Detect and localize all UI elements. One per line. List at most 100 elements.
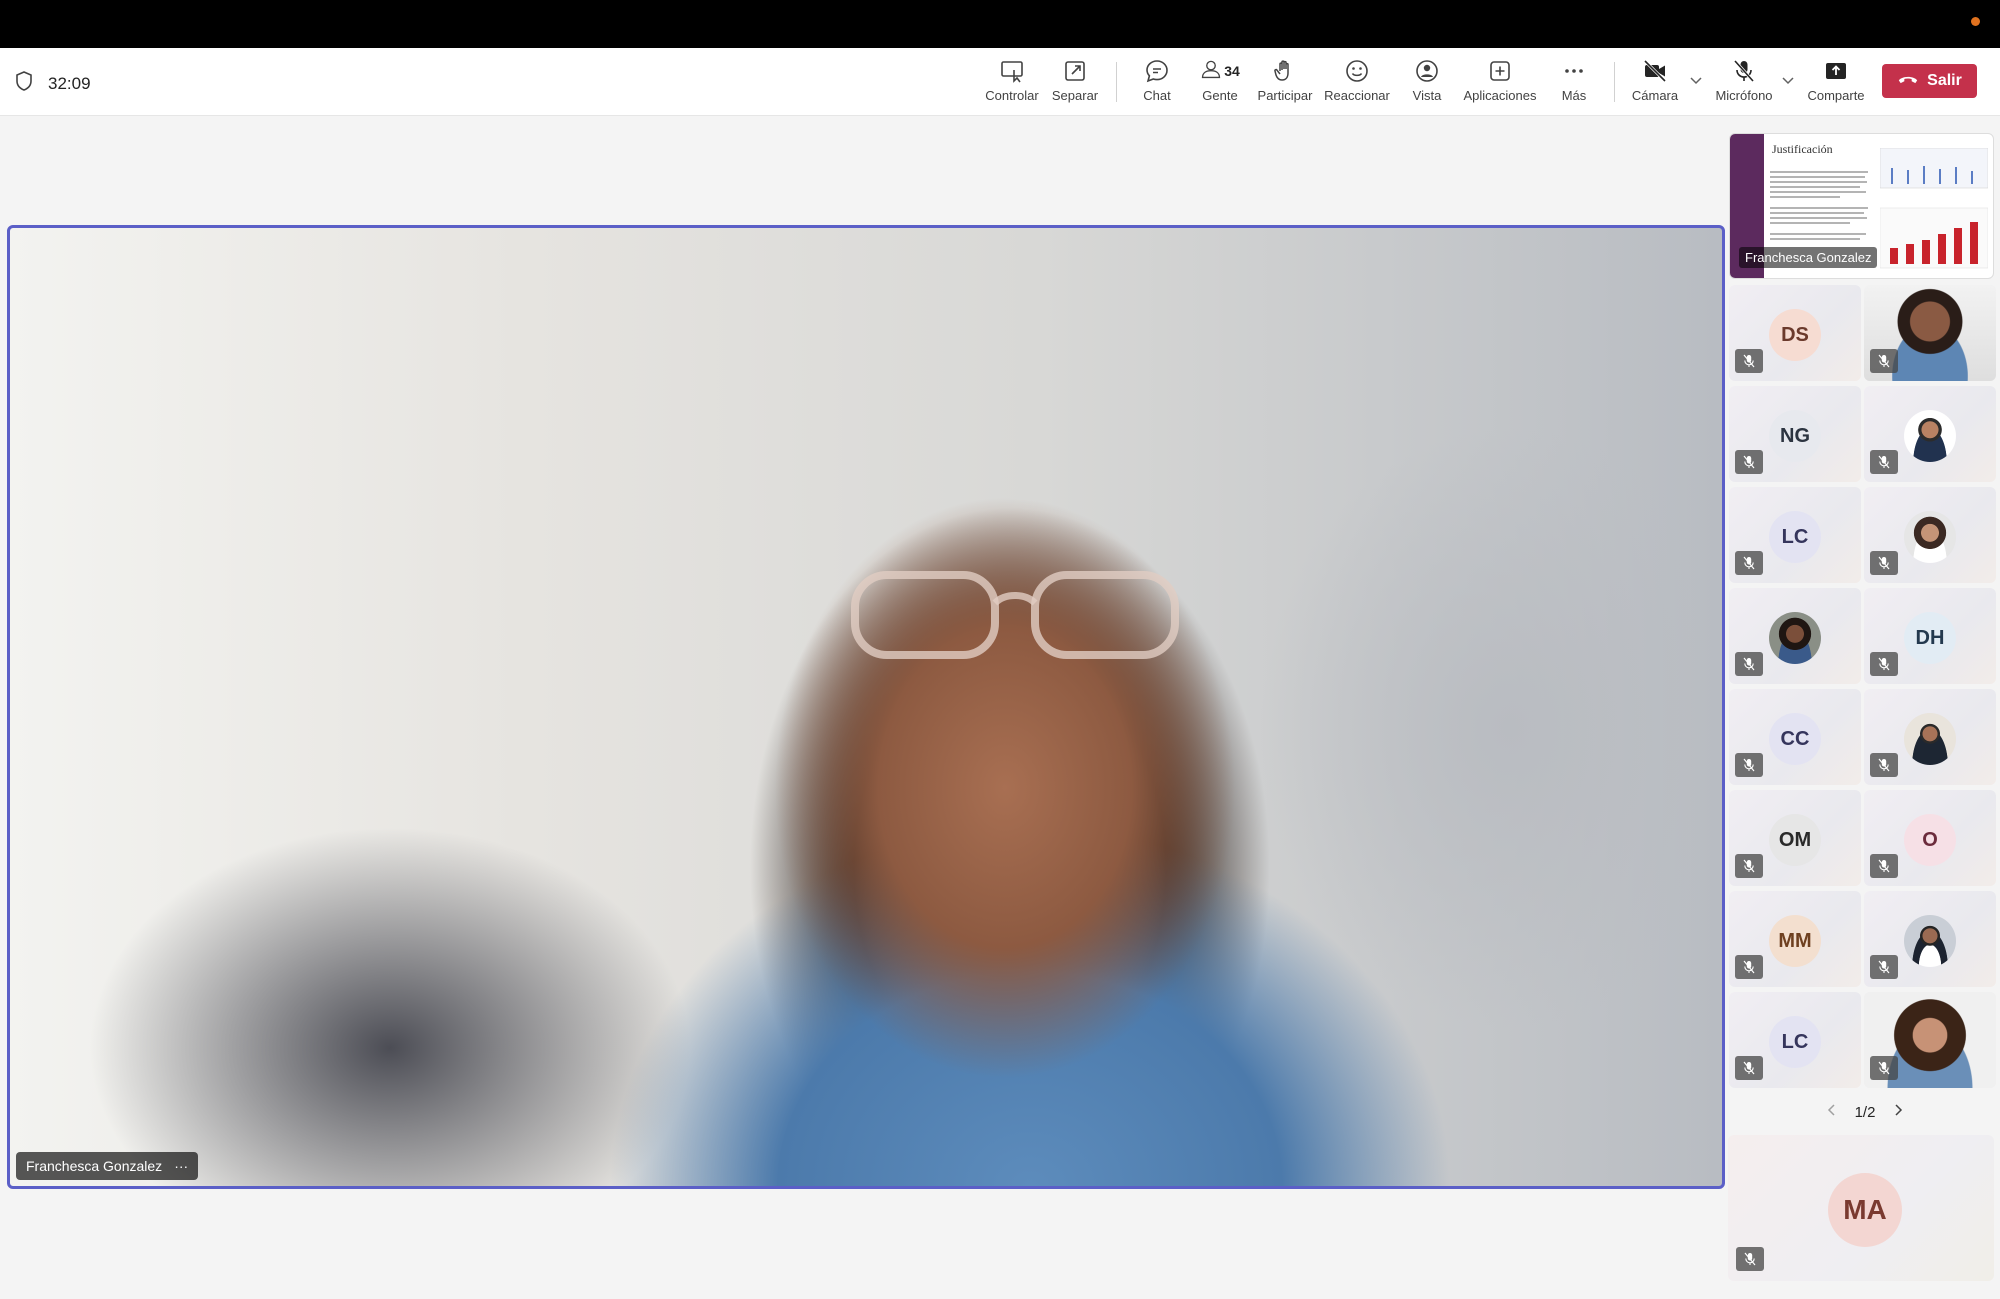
mic-off-icon [1735,955,1763,979]
toolbar-divider [1116,62,1117,102]
avatar: OM [1769,814,1821,866]
participant-tile[interactable] [1864,285,1996,381]
avatar: MM [1769,915,1821,967]
apps-label: Aplicaciones [1463,88,1537,103]
pop-out-button[interactable]: Separar [1050,56,1100,110]
participant-tile[interactable]: CC [1729,689,1861,785]
main-speaker-video[interactable]: Franchesca Gonzalez ··· [7,225,1725,1189]
view-button[interactable]: Vista [1410,56,1444,110]
share-label: Comparte [1807,88,1865,103]
chat-button[interactable]: Chat [1142,56,1172,110]
view-icon [1414,56,1440,86]
mic-off-icon [1735,349,1763,373]
participant-tile[interactable]: MM [1729,891,1861,987]
participant-tile[interactable]: DS [1729,285,1861,381]
hand-icon [1272,56,1298,86]
control-label: Controlar [985,88,1039,103]
mic-off-icon [1735,450,1763,474]
participant-tile[interactable] [1864,992,1996,1088]
speaker-more-options[interactable]: ··· [174,1158,188,1174]
people-count: 34 [1224,63,1240,79]
mic-off-icon [1870,450,1898,474]
avatar-photo [1904,410,1956,462]
avatar: LC [1769,1016,1821,1068]
microphone-button[interactable]: Micrófono [1714,56,1774,110]
speaker-name: Franchesca Gonzalez [26,1158,163,1174]
timer-text: 32:09 [48,73,91,93]
toolbar-divider [1614,62,1615,102]
participant-tile[interactable] [1729,588,1861,684]
slide-title: Justificación [1772,142,1833,156]
control-button[interactable]: Controlar [982,56,1042,110]
phone-hangup-icon [1897,72,1919,90]
share-button[interactable]: Comparte [1806,56,1866,110]
participant-tile[interactable]: OM [1729,790,1861,886]
react-button[interactable]: Reaccionar [1322,56,1392,110]
mic-off-icon [1735,1056,1763,1080]
mic-off-icon [1736,1247,1764,1271]
speaker-name-tag: Franchesca Gonzalez ··· [16,1152,199,1180]
people-label: Gente [1202,88,1238,103]
camera-button[interactable]: Cámara [1632,56,1678,110]
recording-indicator [1971,17,1980,26]
chat-label: Chat [1143,88,1171,103]
mic-off-icon [1731,56,1757,86]
participant-tile[interactable] [1864,386,1996,482]
previous-page-chevron-icon[interactable] [1825,1103,1839,1121]
add-app-icon [1487,56,1513,86]
people-icon-group: 34 [1200,56,1240,86]
participant-tile[interactable]: DH [1864,588,1996,684]
shield-icon [14,70,34,97]
next-page-chevron-icon[interactable] [1891,1103,1905,1121]
camera-off-icon [1642,56,1668,86]
participant-tile[interactable] [1864,689,1996,785]
screen-control-icon [999,56,1025,86]
react-label: Reaccionar [1324,88,1390,103]
more-label: Más [1561,88,1587,103]
avatar-photo [1904,511,1956,563]
raise-hand-button[interactable]: Participar [1254,56,1316,110]
more-icon [1561,56,1587,86]
avatar: NG [1769,410,1821,462]
participant-tile[interactable]: LC [1729,992,1861,1088]
meeting-timer: 32:09 [14,70,91,97]
participant-tile[interactable] [1864,487,1996,583]
mic-off-icon [1735,854,1763,878]
mic-off-icon [1870,854,1898,878]
participant-tile[interactable]: LC [1729,487,1861,583]
mic-off-icon [1870,349,1898,373]
avatar: CC [1769,713,1821,765]
mic-off-icon [1735,551,1763,575]
more-button[interactable]: Más [1560,56,1588,110]
participant-tile[interactable] [1864,891,1996,987]
slide-text-lines [1770,171,1868,240]
camera-options-chevron-icon[interactable] [1688,72,1704,88]
mic-off-icon [1735,652,1763,676]
slide-chart-thumbnail [1880,148,1988,269]
apps-button[interactable]: Aplicaciones [1462,56,1538,110]
pop-out-icon [1062,56,1088,86]
avatar-photo [1904,713,1956,765]
avatar-photo [1769,612,1821,664]
people-button[interactable]: 34 Gente [1196,56,1244,110]
camera-label: Cámara [1631,88,1679,103]
avatar: O [1904,814,1956,866]
participant-tile[interactable]: NG [1729,386,1861,482]
leave-button[interactable]: Salir [1882,64,1977,98]
avatar: LC [1769,511,1821,563]
leave-label: Salir [1927,72,1962,89]
view-label: Vista [1412,88,1442,103]
share-screen-icon [1823,56,1849,86]
microphone-options-chevron-icon[interactable] [1780,72,1796,88]
participant-tile-large[interactable]: MA [1728,1135,1994,1281]
raise-hand-label: Participar [1257,88,1313,103]
pop-out-label: Separar [1051,88,1099,103]
avatar: DH [1904,612,1956,664]
shared-content-tile[interactable]: Justificación Franchesca Gonzalez [1729,133,1994,279]
chat-icon [1144,56,1170,86]
presenter-name-tag: Franchesca Gonzalez [1739,247,1878,268]
participant-tile[interactable]: O [1864,790,1996,886]
roster-pager: 1/2 [1825,1100,1905,1124]
avatar: DS [1769,309,1821,361]
smiley-icon [1344,56,1370,86]
